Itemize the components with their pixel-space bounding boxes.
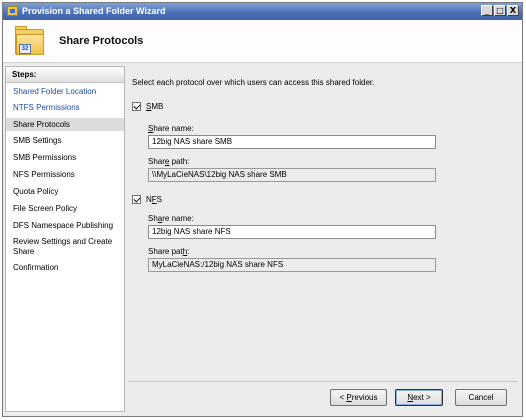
nfs-share-path-pre: Share pat <box>148 247 183 256</box>
protocols-panel: Select each protocol over which users ca… <box>128 66 517 378</box>
wizard-app-icon <box>7 6 18 16</box>
smb-share-path-pre: Shar <box>148 157 165 166</box>
nfs-share-name-pre: Sh <box>148 214 158 223</box>
smb-label-rest: MB <box>151 102 164 111</box>
previous-post: revious <box>351 393 378 402</box>
smb-label[interactable]: SMB <box>146 102 163 111</box>
step-nfs-permissions: NFS Permissions <box>13 170 75 179</box>
step-dfs-namespace-publishing: DFS Namespace Publishing <box>13 221 114 230</box>
title-bar[interactable]: Provision a Shared Folder Wizard _ □ X <box>3 3 522 20</box>
shared-folder-icon: 32 <box>13 24 46 57</box>
nfs-share-path-post: : <box>187 247 190 256</box>
nfs-label-post: S <box>156 195 163 204</box>
step-confirmation: Confirmation <box>13 263 59 272</box>
nfs-share-name-input[interactable]: 12big NAS share NFS <box>148 225 436 239</box>
step-share-protocols: Share Protocols <box>6 118 124 131</box>
maximize-button[interactable]: □ <box>494 5 506 16</box>
nfs-label[interactable]: NFS <box>146 195 162 204</box>
nfs-share-name-post: re name: <box>162 214 194 223</box>
nfs-share-path-label: Share path: <box>148 247 189 256</box>
smb-share-path-field[interactable]: \\MyLaCieNAS\12big NAS share SMB <box>148 168 436 182</box>
nfs-share-name-label: Share name: <box>148 214 194 223</box>
previous-button[interactable]: < Previous <box>330 389 387 406</box>
step-review-settings: Review Settings and Create Share <box>13 237 113 256</box>
intro-text: Select each protocol over which users ca… <box>132 78 375 87</box>
smb-share-name-label: Share name: <box>148 124 194 133</box>
next-post: ext > <box>413 393 431 402</box>
smb-share-name-rest: hare name: <box>153 124 194 133</box>
minimize-button[interactable]: _ <box>481 5 493 16</box>
wizard-header: 32 Share Protocols <box>3 20 522 63</box>
steps-heading: Steps: <box>6 67 124 83</box>
nfs-checkbox[interactable] <box>132 195 141 204</box>
page-title: Share Protocols <box>59 35 144 47</box>
smb-share-path-label: Share path: <box>148 157 189 166</box>
cancel-button[interactable]: Cancel <box>455 389 507 406</box>
step-ntfs-permissions[interactable]: NTFS Permissions <box>6 103 124 113</box>
steps-panel: Steps: Shared Folder Location NTFS Permi… <box>5 66 125 412</box>
step-file-screen-policy: File Screen Policy <box>13 204 78 213</box>
next-button[interactable]: Next > <box>395 389 443 406</box>
button-separator <box>128 381 517 382</box>
nfs-share-path-field[interactable]: MyLaCieNAS:/12big NAS share NFS <box>148 258 436 272</box>
window-title: Provision a Shared Folder Wizard <box>22 6 166 16</box>
step-smb-permissions: SMB Permissions <box>13 153 77 162</box>
step-shared-folder-location[interactable]: Shared Folder Location <box>6 87 124 97</box>
step-smb-settings: SMB Settings <box>13 136 62 145</box>
smb-share-path-post: path: <box>169 157 190 166</box>
smb-checkbox[interactable] <box>132 102 141 111</box>
smb-share-name-input[interactable]: 12big NAS share SMB <box>148 135 436 149</box>
step-quota-policy: Quota Policy <box>13 187 59 196</box>
close-button[interactable]: X <box>507 5 519 16</box>
